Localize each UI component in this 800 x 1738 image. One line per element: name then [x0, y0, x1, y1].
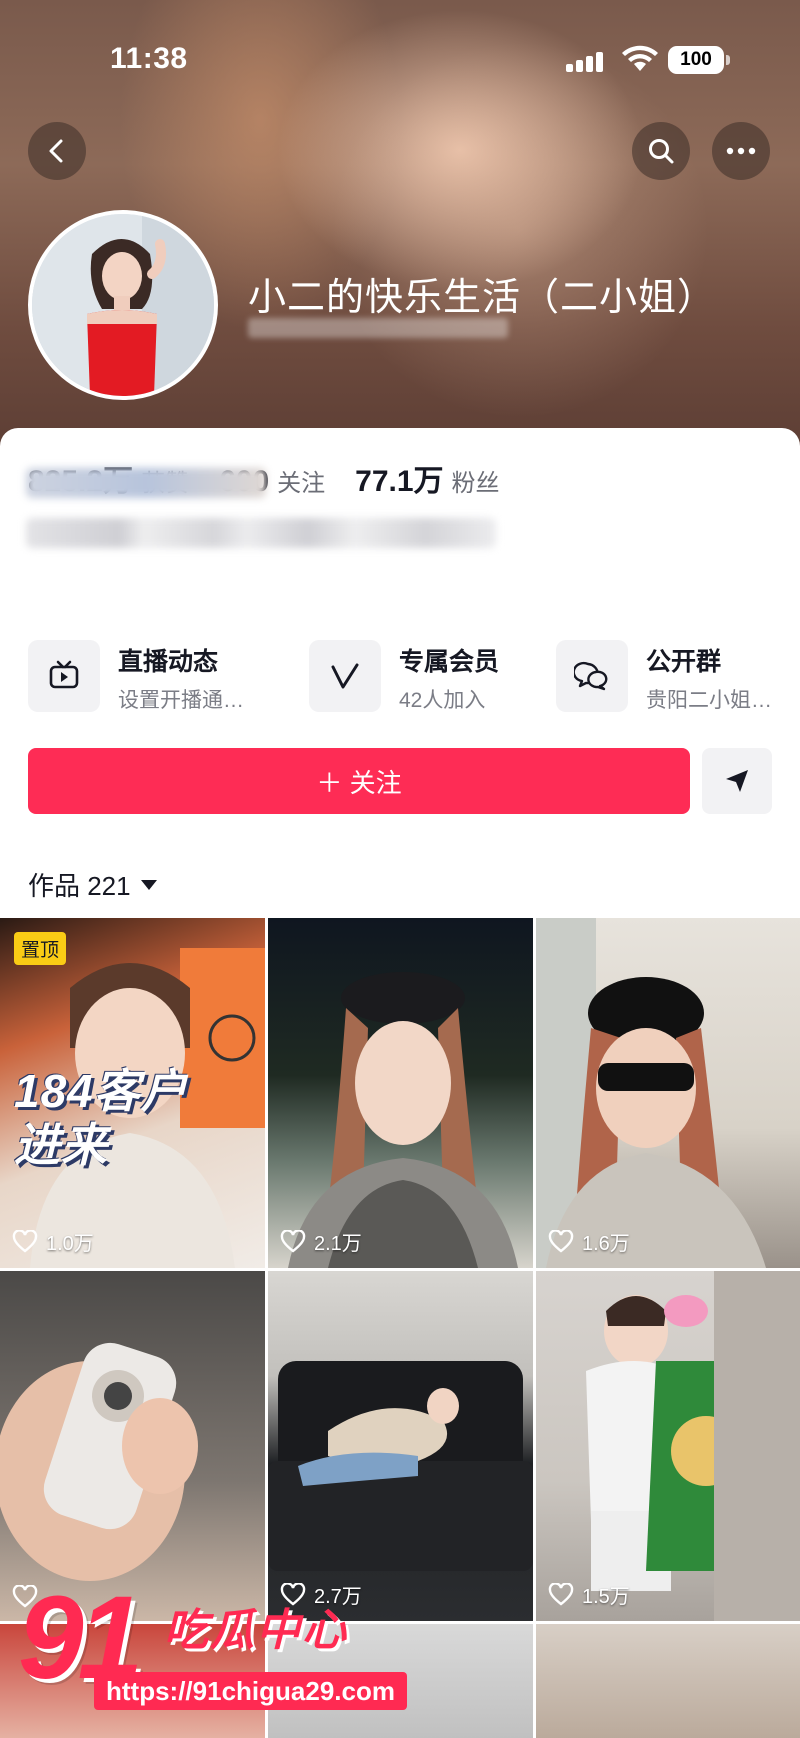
heart-icon — [12, 1229, 38, 1253]
stat-followers-label: 粉丝 — [451, 470, 500, 497]
profile-id-blurred — [248, 318, 508, 338]
avatar-photo — [32, 214, 214, 396]
v-member-icon — [309, 640, 381, 712]
heart-icon — [548, 1229, 574, 1253]
video-tile[interactable] — [536, 1624, 800, 1738]
search-icon — [649, 139, 674, 164]
video-likes-count: 2.1万 — [314, 1233, 362, 1255]
feature-row: 直播动态 设置开播通… 专属会员 42人加入 公开群 贵阳二小姐… — [28, 636, 778, 716]
site-watermark: 91 吃瓜中心 https://91chigua29.com — [12, 1570, 432, 1720]
video-likes: 1.6万 — [548, 1227, 630, 1256]
stat-followers-value: 77.1万 — [355, 465, 444, 498]
bio-line-blurred — [26, 468, 266, 498]
battery-icon: 100 — [668, 46, 730, 74]
bio-tags-blurred — [26, 518, 496, 548]
video-tile[interactable]: 1.6万 — [536, 918, 800, 1268]
video-likes: 1.0万 — [12, 1227, 94, 1256]
watermark-text: 吃瓜中心 — [164, 1606, 348, 1655]
video-tile[interactable]: 1.5万 — [536, 1271, 800, 1621]
avatar[interactable] — [28, 210, 218, 400]
video-thumbnail — [0, 1342, 198, 1581]
feature-member-title: 专属会员 — [399, 648, 500, 676]
overlay-line-1: 184客户 — [14, 1065, 188, 1117]
feature-member[interactable]: 专属会员 42人加入 — [309, 636, 529, 716]
video-thumbnail — [586, 1271, 800, 1621]
feature-group-title: 公开群 — [646, 648, 722, 676]
pinned-badge: 置顶 — [14, 932, 67, 965]
live-tv-icon — [28, 640, 100, 712]
profile-cover: 11:38 100 小二的快乐生活（二小姐） — [0, 0, 800, 470]
wifi-icon — [622, 45, 658, 71]
feature-group-subtitle: 贵阳二小姐… — [646, 689, 772, 712]
feature-live[interactable]: 直播动态 设置开播通… — [28, 636, 268, 716]
heart-icon — [280, 1229, 306, 1253]
video-likes-count: 1.6万 — [582, 1233, 630, 1255]
video-thumbnail — [268, 1361, 533, 1571]
works-tab-label: 作品 221 — [28, 871, 131, 901]
caret-down-icon — [140, 879, 157, 890]
video-tile[interactable]: 2.7万 — [268, 1271, 533, 1621]
share-button[interactable] — [702, 748, 772, 814]
video-likes: 1.5万 — [548, 1580, 630, 1609]
video-tile[interactable] — [0, 1271, 265, 1621]
stat-following-label: 关注 — [277, 470, 326, 497]
feature-member-subtitle: 42人加入 — [399, 689, 486, 712]
video-likes-count: 1.0万 — [46, 1233, 94, 1255]
video-thumbnail — [536, 918, 766, 1268]
cover-photo — [330, 40, 710, 420]
video-overlay-text: 184客户 进来 — [14, 1064, 188, 1172]
video-thumbnail — [288, 972, 518, 1268]
chevron-left-icon — [49, 139, 63, 163]
video-likes-count: 1.5万 — [582, 1586, 630, 1608]
cellular-signal-icon — [566, 50, 606, 72]
video-tile[interactable]: 2.1万 — [268, 918, 533, 1268]
feature-live-title: 直播动态 — [118, 648, 219, 676]
feature-group[interactable]: 公开群 贵阳二小姐… — [556, 636, 778, 716]
search-button[interactable] — [632, 122, 690, 180]
overlay-line-2: 进来 — [14, 1119, 108, 1171]
stat-followers[interactable]: 77.1万 粉丝 — [355, 456, 499, 500]
status-time: 11:38 — [110, 42, 188, 75]
send-icon — [726, 770, 748, 792]
profile-nickname: 小二的快乐生活（二小姐） — [248, 277, 717, 319]
group-chat-icon — [556, 640, 628, 712]
status-bar: 11:38 100 — [0, 38, 800, 78]
video-tile[interactable]: 置顶 184客户 进来 1.0万 — [0, 918, 265, 1268]
works-tab[interactable]: 作品 221 — [28, 866, 157, 903]
more-dots-icon — [726, 147, 756, 155]
feature-live-subtitle: 设置开播通… — [118, 689, 244, 712]
watermark-url: https://91chigua29.com — [94, 1672, 407, 1710]
back-button[interactable] — [28, 122, 86, 180]
follow-button[interactable]: ＋ 关注 — [28, 748, 690, 814]
more-button[interactable] — [712, 122, 770, 180]
heart-icon — [548, 1582, 574, 1606]
video-likes: 2.1万 — [280, 1227, 362, 1256]
